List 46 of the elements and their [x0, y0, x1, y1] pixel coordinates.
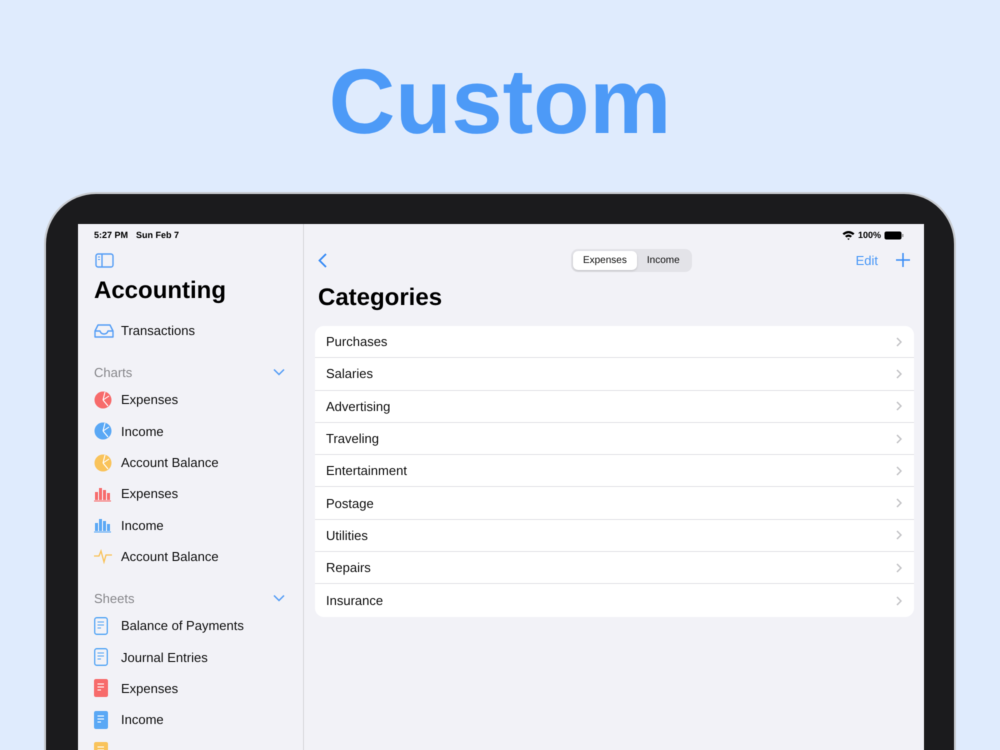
chevron-icon [896, 401, 902, 412]
category-row[interactable]: Insurance [315, 584, 914, 617]
chevron-icon [896, 434, 902, 444]
sidebar-item[interactable]: Expenses [121, 392, 178, 408]
category-row[interactable]: Utilities [315, 520, 914, 552]
wifi-icon [842, 230, 855, 240]
chevron-icon[interactable] [273, 594, 285, 602]
chevron-icon [896, 368, 902, 379]
section-header: Charts [94, 364, 132, 380]
sidebar-item[interactable]: Balance of Payments [121, 618, 244, 634]
battery-icon [884, 230, 904, 240]
sidebar-item[interactable]: Account Balance [121, 548, 219, 564]
page-title: Categories [318, 284, 444, 312]
add-icon[interactable] [896, 253, 910, 267]
chevron-icon [896, 336, 902, 347]
sidebar-item[interactable]: Journal Entries [121, 650, 208, 665]
back-icon[interactable] [318, 252, 327, 268]
sidebar-item[interactable]: Income [121, 518, 164, 533]
sidebar-title: Accounting [94, 277, 227, 305]
sidebar-item[interactable]: Expenses [121, 486, 178, 502]
chevron-icon[interactable] [273, 368, 285, 376]
chevron-icon [896, 498, 902, 508]
sidebar-item[interactable]: Income [121, 424, 164, 439]
status-date: Sun Feb 7 [136, 230, 180, 240]
status-time: 5:27 PM [94, 230, 128, 240]
sidebar-toggle-icon[interactable] [95, 253, 114, 268]
sidebar-item[interactable]: Transactions [121, 323, 195, 338]
category-row[interactable]: Postage [315, 487, 914, 520]
category-row[interactable]: Purchases [315, 326, 914, 358]
category-row[interactable]: Salaries [315, 358, 914, 391]
category-row[interactable]: Repairs [315, 552, 914, 584]
chevron-icon [896, 530, 902, 540]
category-row[interactable]: Entertainment [315, 455, 914, 488]
segment-tab[interactable]: Income [636, 250, 690, 270]
sidebar-item[interactable]: Expenses [121, 680, 178, 696]
chevron-icon [896, 466, 902, 476]
section-header: Sheets [94, 590, 134, 606]
category-row[interactable]: Traveling [315, 422, 914, 456]
sidebar-item[interactable]: Income [121, 712, 164, 728]
category-row[interactable]: Advertising [315, 390, 914, 423]
sidebar-item[interactable]: Account Balance [121, 455, 219, 470]
headline: Custom [328, 50, 672, 155]
chevron-icon [896, 562, 902, 573]
segment-tab[interactable]: Expenses [572, 250, 637, 270]
battery-percent: 100% [858, 230, 881, 240]
chevron-icon [896, 596, 902, 606]
